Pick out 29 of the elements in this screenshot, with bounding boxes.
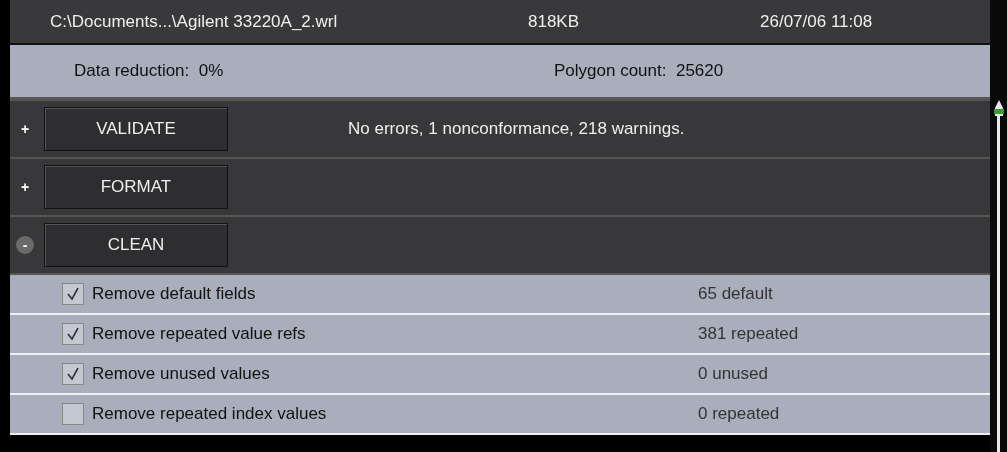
polygon-count: Polygon count: 25620 (554, 61, 724, 81)
checkbox[interactable] (62, 283, 84, 305)
option-label: Remove unused values (92, 364, 271, 384)
expand-toggle[interactable]: - (16, 236, 34, 254)
checkbox[interactable] (62, 323, 84, 345)
option-label: Remove repeated value refs (92, 324, 307, 344)
checkmark-icon (65, 366, 81, 382)
option-label: Remove default fields (92, 284, 257, 304)
file-date: 26/07/06 11:08 (760, 11, 873, 32)
option-label: Remove repeated index values (92, 404, 328, 424)
scrollbar[interactable] (990, 0, 1007, 452)
checkbox[interactable] (62, 363, 84, 385)
checkbox[interactable] (62, 403, 84, 425)
section-button[interactable]: VALIDATE (44, 107, 228, 151)
data-reduction: Data reduction: 0% (74, 61, 225, 81)
checkmark-icon (65, 326, 81, 342)
option-count: 0 repeated (698, 404, 780, 424)
checkmark-icon (65, 286, 81, 302)
validation-summary: No errors, 1 nonconformance, 218 warnings. (348, 119, 685, 139)
scroll-arrow-icon[interactable] (992, 100, 1005, 116)
file-size: 818KB (528, 11, 581, 32)
expand-toggle[interactable]: + (16, 178, 34, 196)
option-count: 0 unused (698, 364, 768, 384)
file-path: C:\Documents...\Agilent 33220A_2.wrl (50, 11, 339, 32)
expand-toggle[interactable]: + (16, 120, 34, 138)
section-button[interactable]: CLEAN (44, 223, 228, 267)
option-count: 381 repeated (698, 324, 799, 344)
option-count: 65 default (698, 284, 773, 304)
section-button[interactable]: FORMAT (44, 165, 228, 209)
